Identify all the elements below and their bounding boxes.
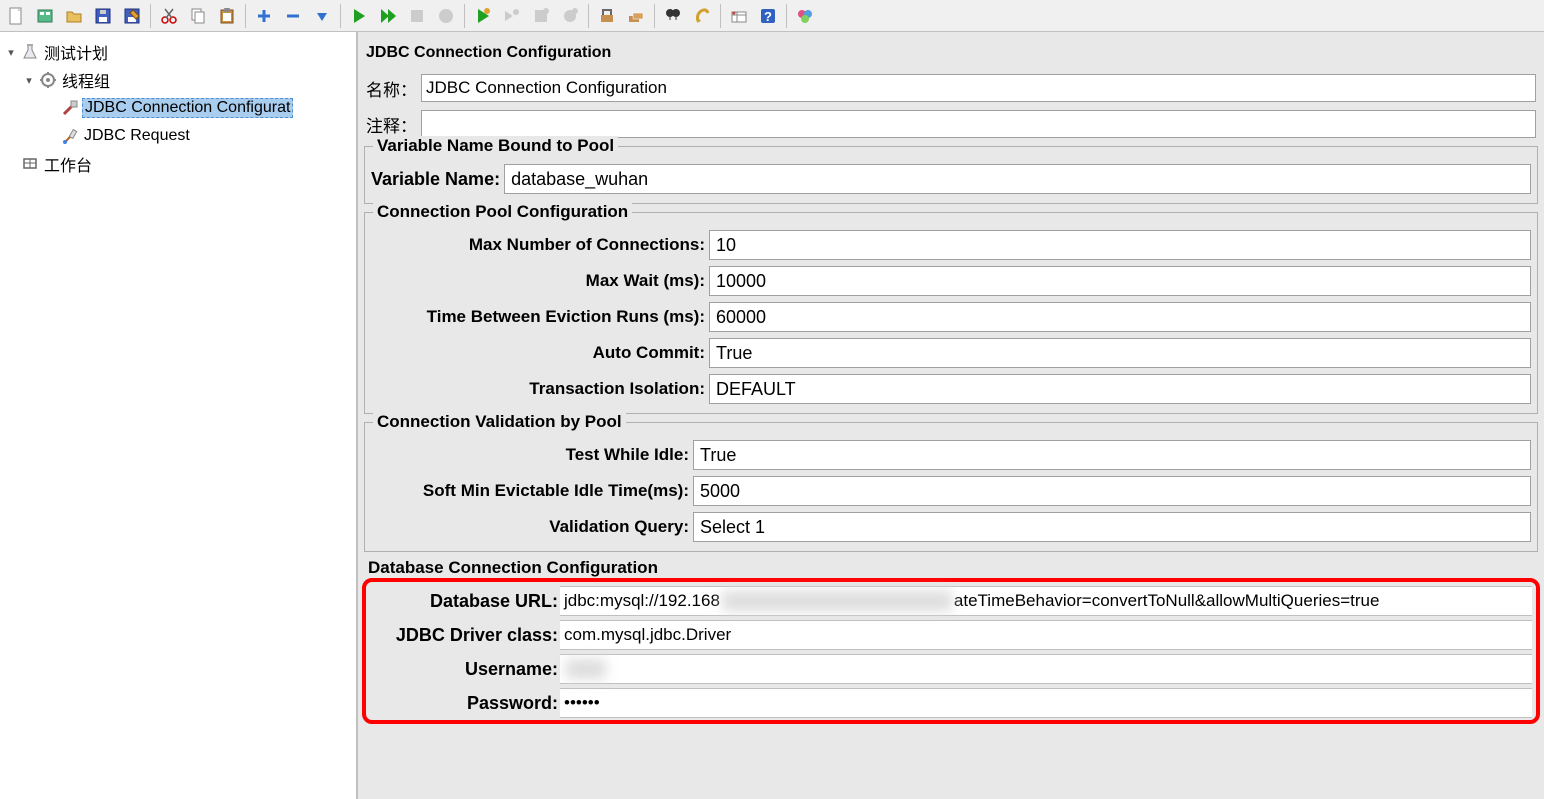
tree-label: 线程组 [60, 67, 112, 93]
soft-min-evictable-label: Soft Min Evictable Idle Time(ms): [371, 481, 693, 501]
group-title: Connection Pool Configuration [373, 202, 632, 222]
toolbar-separator [245, 4, 246, 28]
test-while-idle-label: Test While Idle: [371, 445, 693, 465]
expand-icon[interactable] [250, 2, 278, 30]
max-connections-input[interactable]: 10 [709, 230, 1531, 260]
remote-shutdown-icon[interactable] [556, 2, 584, 30]
redacted-segment [566, 659, 606, 679]
variable-name-label: Variable Name: [371, 169, 504, 190]
save-as-icon[interactable] [118, 2, 146, 30]
function-helper-icon[interactable] [725, 2, 753, 30]
name-input[interactable] [421, 74, 1536, 102]
remote-start-icon[interactable] [469, 2, 497, 30]
transaction-isolation-select[interactable]: DEFAULT [709, 374, 1531, 404]
collapse-icon[interactable] [279, 2, 307, 30]
username-input[interactable] [560, 654, 1532, 684]
copy-icon[interactable] [184, 2, 212, 30]
tree-thread-group[interactable]: ▾ 线程组 [0, 66, 356, 94]
auto-commit-select[interactable]: True [709, 338, 1531, 368]
config-panel: JDBC Connection Configuration 名称： 注释： Va… [358, 32, 1544, 799]
toolbar-separator [464, 4, 465, 28]
tree-jdbc-config[interactable]: JDBC Connection Configurat [0, 94, 356, 122]
remote-start-all-icon[interactable] [498, 2, 526, 30]
toolbar-separator [720, 4, 721, 28]
db-connection-highlight: Database URL: jdbc:mysql://192.168ateTim… [362, 578, 1540, 724]
db-connection-group-title: Database Connection Configuration [358, 556, 1544, 578]
database-url-input[interactable]: jdbc:mysql://192.168ateTimeBehavior=conv… [560, 586, 1532, 616]
svg-text:?: ? [764, 9, 772, 24]
jdbc-driver-input[interactable]: com.mysql.jdbc.Driver [560, 620, 1532, 650]
group-title: Variable Name Bound to Pool [373, 136, 618, 156]
cut-icon[interactable] [155, 2, 183, 30]
test-plan-tree: ▾ 测试计划 ▾ 线程组 JDBC Connection Configurat … [0, 32, 358, 799]
reset-search-icon[interactable] [688, 2, 716, 30]
tree-jdbc-request[interactable]: JDBC Request [0, 122, 356, 150]
workbench-icon [20, 154, 40, 174]
toolbar-separator [786, 4, 787, 28]
connection-validation-group: Connection Validation by Pool Test While… [364, 422, 1538, 552]
save-icon[interactable] [89, 2, 117, 30]
variable-name-group: Variable Name Bound to Pool Variable Nam… [364, 146, 1538, 204]
group-title: Connection Validation by Pool [373, 412, 626, 432]
panel-title: JDBC Connection Configuration [358, 32, 1544, 70]
remote-stop-icon[interactable] [527, 2, 555, 30]
new-file-icon[interactable] [2, 2, 30, 30]
clear-icon[interactable] [593, 2, 621, 30]
eviction-runs-label: Time Between Eviction Runs (ms): [371, 307, 709, 327]
max-connections-label: Max Number of Connections: [371, 235, 709, 255]
comment-input[interactable] [421, 110, 1536, 138]
redacted-segment [722, 591, 952, 611]
collapse-toggle-icon[interactable]: ▾ [22, 74, 36, 87]
toolbar-separator [340, 4, 341, 28]
toolbar-separator [150, 4, 151, 28]
variable-name-input[interactable]: database_wuhan [504, 164, 1531, 194]
auto-commit-label: Auto Commit: [371, 343, 709, 363]
toolbar-separator [654, 4, 655, 28]
test-while-idle-select[interactable]: True [693, 440, 1531, 470]
comment-label: 注释： [366, 112, 417, 137]
about-icon[interactable] [791, 2, 819, 30]
paste-icon[interactable] [213, 2, 241, 30]
tree-label: JDBC Request [82, 126, 192, 146]
config-icon [60, 98, 80, 118]
clear-all-icon[interactable] [622, 2, 650, 30]
toggle-icon[interactable] [308, 2, 336, 30]
password-input[interactable]: •••••• [560, 688, 1532, 718]
help-icon[interactable]: ? [754, 2, 782, 30]
tree-label: JDBC Connection Configurat [82, 98, 293, 118]
max-wait-label: Max Wait (ms): [371, 271, 709, 291]
tree-label: 测试计划 [42, 39, 110, 65]
tree-label: 工作台 [42, 151, 94, 177]
open-icon[interactable] [60, 2, 88, 30]
eviction-runs-input[interactable]: 60000 [709, 302, 1531, 332]
tree-root-test-plan[interactable]: ▾ 测试计划 [0, 38, 356, 66]
validation-query-input[interactable]: Select 1 [693, 512, 1531, 542]
transaction-isolation-label: Transaction Isolation: [371, 379, 709, 399]
collapse-toggle-icon[interactable]: ▾ [4, 46, 18, 59]
name-label: 名称： [366, 76, 417, 101]
toolbar-separator [588, 4, 589, 28]
password-label: Password: [370, 693, 560, 714]
templates-icon[interactable] [31, 2, 59, 30]
gear-icon [38, 70, 58, 90]
username-label: Username: [370, 659, 560, 680]
tree-workbench[interactable]: 工作台 [0, 150, 356, 178]
start-no-pause-icon[interactable] [374, 2, 402, 30]
validation-query-label: Validation Query: [371, 517, 693, 537]
database-url-label: Database URL: [370, 591, 560, 612]
search-icon[interactable] [659, 2, 687, 30]
start-icon[interactable] [345, 2, 373, 30]
toolbar: ? [0, 0, 1544, 32]
soft-min-evictable-input[interactable]: 5000 [693, 476, 1531, 506]
sampler-icon [60, 126, 80, 146]
connection-pool-group: Connection Pool Configuration Max Number… [364, 212, 1538, 414]
jdbc-driver-label: JDBC Driver class: [370, 625, 560, 646]
stop-icon[interactable] [403, 2, 431, 30]
shutdown-icon[interactable] [432, 2, 460, 30]
flask-icon [20, 42, 40, 62]
max-wait-input[interactable]: 10000 [709, 266, 1531, 296]
